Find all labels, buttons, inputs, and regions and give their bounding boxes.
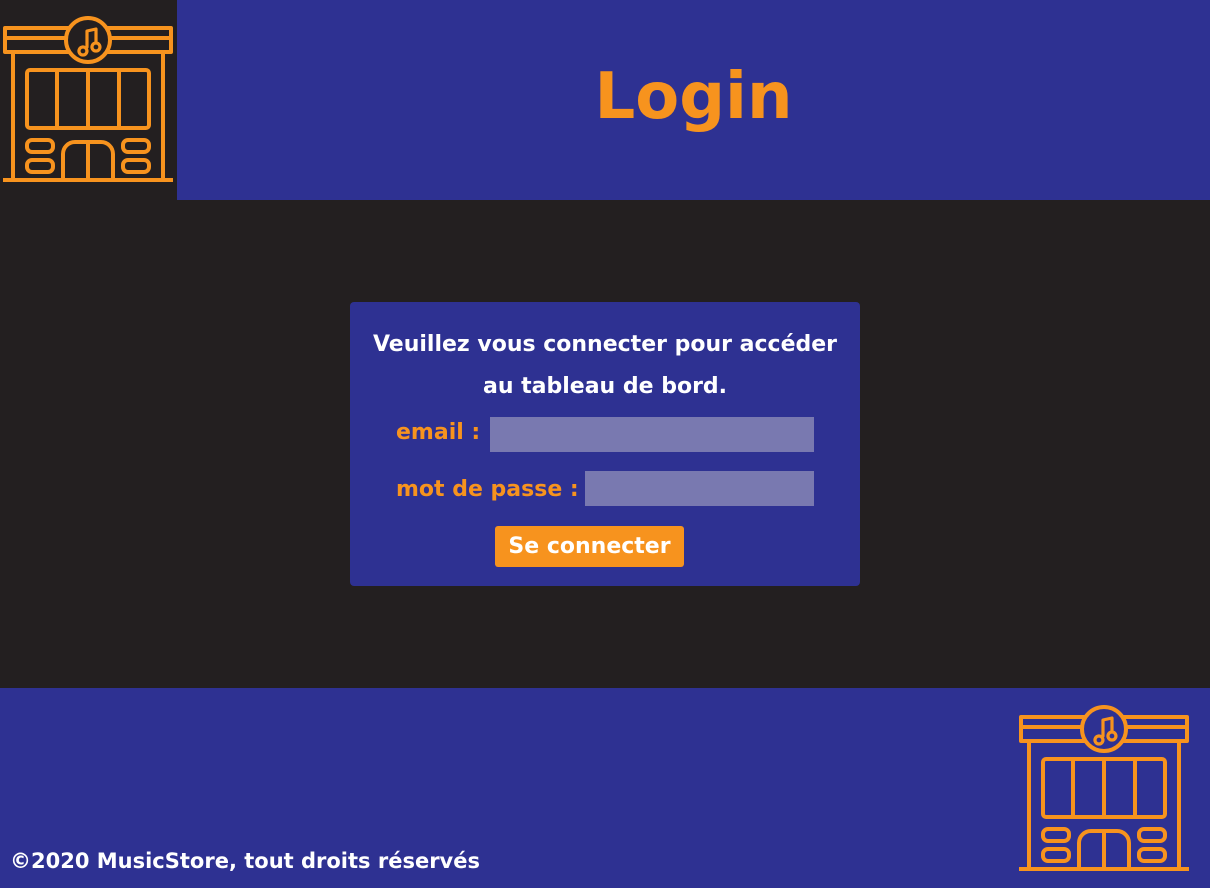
footer: ©2020 MusicStore, tout droits réservés xyxy=(0,688,1210,888)
email-label: email : xyxy=(396,420,481,445)
header-logo[interactable] xyxy=(0,0,177,200)
login-button[interactable]: Se connecter xyxy=(495,526,684,567)
music-store-icon xyxy=(3,16,173,182)
copyright-text: ©2020 MusicStore, tout droits réservés xyxy=(10,849,480,873)
page-title: Login xyxy=(594,60,793,134)
music-store-icon xyxy=(1019,705,1189,871)
header-band: Login xyxy=(177,0,1210,200)
login-message: Veuillez vous connecter pour accéder au … xyxy=(372,332,838,399)
password-field[interactable] xyxy=(585,471,814,506)
email-field[interactable] xyxy=(490,417,814,452)
header: Login xyxy=(0,0,1210,200)
login-form: Veuillez vous connecter pour accéder au … xyxy=(350,302,860,586)
password-label: mot de passe : xyxy=(396,477,579,502)
main-content: Veuillez vous connecter pour accéder au … xyxy=(0,200,1210,688)
